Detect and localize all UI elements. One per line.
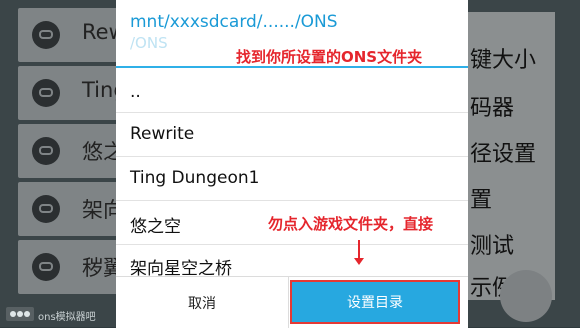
- dialog-button-bar: 取消 设置目录: [116, 276, 468, 328]
- divider: [116, 244, 468, 245]
- divider: [288, 277, 289, 328]
- file-item[interactable]: 架向星空之桥: [130, 254, 232, 278]
- menu-item[interactable]: 置: [470, 182, 492, 214]
- menu-item[interactable]: 径设置: [470, 136, 536, 168]
- divider: [116, 112, 468, 113]
- divider: [116, 200, 468, 201]
- file-item-parent[interactable]: ..: [130, 82, 141, 102]
- gamepad-icon: [32, 137, 60, 165]
- watermark-text: ons模拟器吧: [38, 312, 96, 323]
- file-item[interactable]: Ting Dungeon1: [130, 168, 259, 188]
- gamepad-icon: [32, 195, 60, 223]
- gamepad-icon: [32, 79, 60, 107]
- annotation-bottom: 勿点入游戏文件夹，直接: [268, 215, 434, 233]
- baidu-logo-icon: [6, 307, 34, 321]
- divider: [116, 156, 468, 157]
- arrow-down-icon: [354, 240, 364, 265]
- file-item[interactable]: Rewrite: [130, 124, 194, 144]
- annotation-top: 找到你所设置的ONS文件夹: [236, 48, 423, 66]
- set-directory-button[interactable]: 设置目录: [290, 280, 460, 324]
- file-list[interactable]: .. Rewrite Ting Dungeon1 悠之空 架向星空之桥: [116, 68, 468, 278]
- current-path: mnt/xxxsdcard/....../ONS: [130, 12, 338, 32]
- gamepad-icon: [32, 253, 60, 281]
- menu-item[interactable]: 码器: [470, 90, 514, 122]
- menu-item[interactable]: 键大小: [470, 42, 536, 74]
- file-item[interactable]: 悠之空: [130, 212, 181, 237]
- menu-item[interactable]: 测试: [470, 228, 514, 260]
- current-path-tail: /ONS: [130, 34, 168, 52]
- floating-action-button[interactable]: [500, 270, 552, 322]
- gamepad-icon: [32, 21, 60, 49]
- cancel-button[interactable]: 取消: [116, 277, 288, 328]
